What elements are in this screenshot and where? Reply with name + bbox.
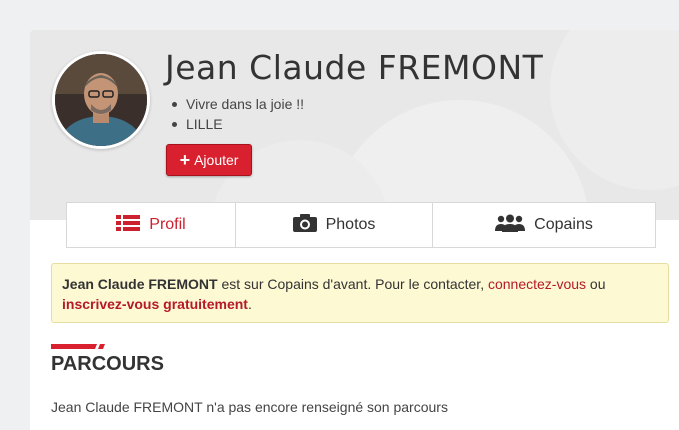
profile-tabs: Profil Photos Copains [66, 202, 656, 248]
tab-profil-label: Profil [149, 216, 186, 233]
notice-text-1: est sur Copains d'avant. Pour le contact… [217, 276, 488, 292]
notice-text-3: . [247, 296, 252, 312]
tab-photos[interactable]: Photos [235, 203, 432, 247]
list-icon [116, 214, 141, 236]
add-friend-button[interactable]: + Ajouter [166, 144, 252, 176]
avatar [52, 51, 150, 149]
users-icon [495, 214, 526, 237]
add-friend-label: Ajouter [194, 152, 239, 168]
section-title: PARCOURS [51, 353, 164, 375]
plus-icon: + [179, 150, 191, 170]
bio-item-motto: Vivre dans la joie !! [169, 94, 304, 114]
bio-item-city: LILLE [169, 114, 304, 134]
tab-profil[interactable]: Profil [67, 203, 235, 247]
login-link[interactable]: connectez-vous [488, 276, 586, 292]
profile-bio-list: Vivre dans la joie !! LILLE [169, 94, 304, 134]
tab-copains[interactable]: Copains [432, 203, 655, 247]
camera-icon [292, 213, 317, 237]
tab-copains-label: Copains [534, 216, 593, 233]
signup-link[interactable]: inscrivez-vous gratuitement [62, 296, 248, 312]
login-notice: Jean Claude FREMONT est sur Copains d'av… [51, 263, 669, 323]
tab-photos-label: Photos [325, 216, 376, 233]
profile-name: Jean Claude FREMONT [165, 48, 544, 87]
notice-name: Jean Claude FREMONT [62, 276, 218, 292]
notice-text-2: ou [586, 276, 606, 292]
section-accent [51, 344, 105, 349]
profile-card: Jean Claude FREMONT Vivre dans la joie !… [30, 30, 679, 430]
